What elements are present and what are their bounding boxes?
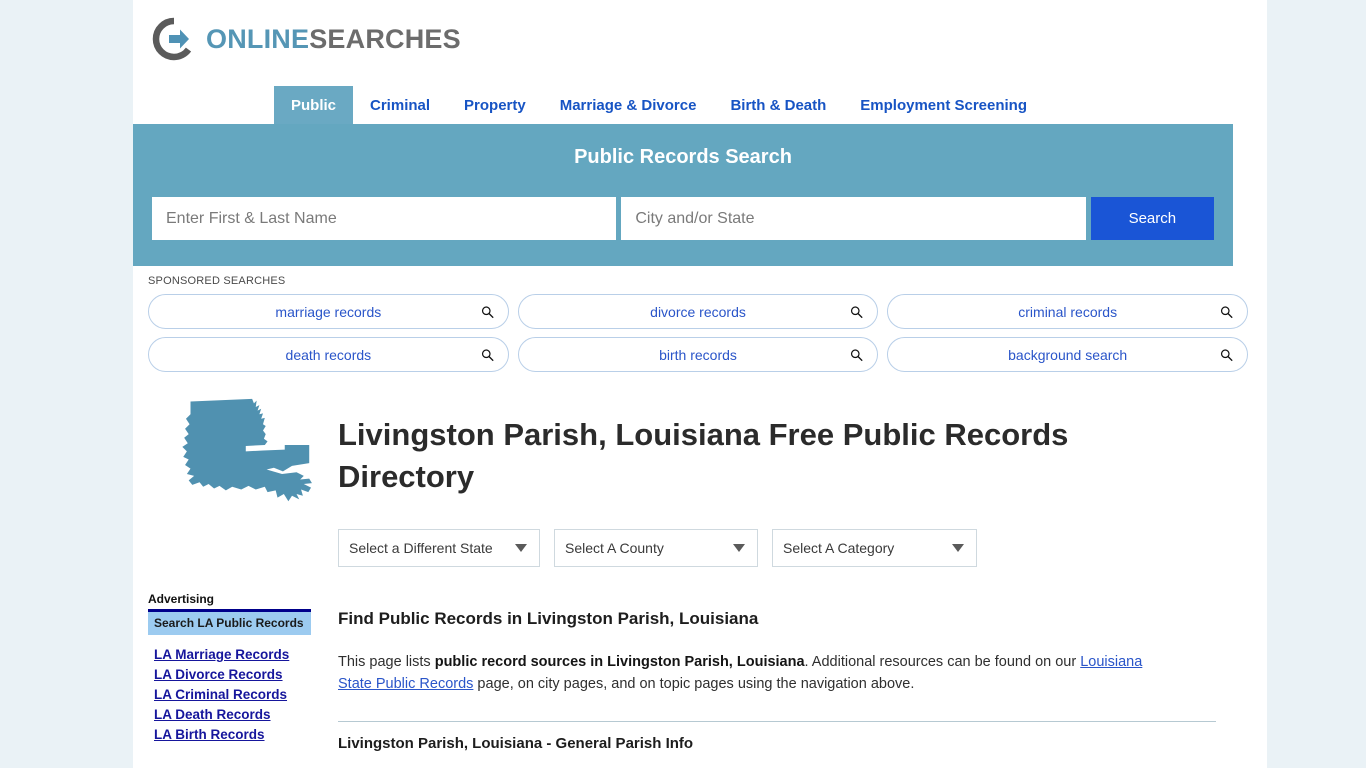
magnifier-icon	[851, 348, 864, 361]
ad-link-la-death-records[interactable]: LA Death Records	[154, 707, 311, 722]
sponsored-pill-label: divorce records	[650, 303, 746, 320]
sponsored-row-2: death records birth records background s…	[148, 337, 1249, 372]
ad-link-la-marriage-records[interactable]: LA Marriage Records	[154, 647, 311, 662]
select-county-value: Select A County	[565, 539, 664, 556]
select-county-dropdown[interactable]: Select A County	[554, 528, 758, 567]
sponsored-pill-background-search[interactable]: background search	[887, 337, 1249, 372]
search-form: Search	[133, 197, 1233, 240]
general-parish-info-heading: Livingston Parish, Louisiana - General P…	[338, 734, 694, 752]
chevron-down-icon	[733, 543, 745, 552]
tab-criminal[interactable]: Criminal	[353, 86, 447, 124]
tab-birth-death[interactable]: Birth & Death	[713, 86, 843, 124]
intro-bold-phrase: public record sources in Livingston Pari…	[434, 653, 805, 670]
ad-links-list: LA Marriage Records LA Divorce Records L…	[148, 647, 311, 742]
magnifier-icon	[1220, 305, 1233, 318]
magnifier-icon	[851, 305, 864, 318]
page-title: Livingston Parish, Louisiana Free Public…	[338, 417, 1069, 495]
tab-marriage-divorce[interactable]: Marriage & Divorce	[543, 86, 714, 124]
search-button[interactable]: Search	[1090, 197, 1215, 240]
chevron-down-icon	[952, 543, 964, 552]
sponsored-pill-label: marriage records	[275, 303, 382, 320]
intro-paragraph: This page lists public record sources in…	[338, 651, 1168, 696]
content-divider	[338, 720, 1216, 722]
magnifier-icon	[1220, 348, 1233, 361]
page-root: ONLINESEARCHES Public Criminal Property …	[0, 0, 1366, 768]
filter-selects: Select a Different State Select A County…	[338, 528, 1248, 567]
public-records-search-banner: Public Records Search Search	[133, 124, 1233, 266]
sponsored-pill-marriage-records[interactable]: marriage records	[148, 294, 509, 329]
logo-wordmark: ONLINESEARCHES	[206, 23, 461, 54]
sponsored-searches: SPONSORED SEARCHES marriage records divo…	[133, 266, 1267, 372]
intro-text-3: page, on city pages, and on topic pages …	[473, 676, 915, 693]
sponsored-pill-label: death records	[285, 346, 372, 363]
sponsored-pill-label: birth records	[659, 346, 737, 363]
sidebar: Advertising Search LA Public Records LA …	[148, 396, 334, 752]
magnifier-icon	[481, 305, 494, 318]
tab-public[interactable]: Public	[274, 86, 354, 124]
main-navigation: Public Criminal Property Marriage & Divo…	[133, 86, 1267, 124]
intro-text-2: . Additional resources can be found on o…	[804, 653, 1081, 670]
logo-online-text: ONLINE	[206, 23, 310, 54]
content-container: ONLINESEARCHES Public Criminal Property …	[133, 0, 1267, 768]
select-category-value: Select A Category	[783, 539, 895, 556]
section-title: Find Public Records in Livingston Parish…	[338, 608, 759, 628]
banner-title: Public Records Search	[574, 146, 792, 168]
select-state-dropdown[interactable]: Select a Different State	[338, 528, 540, 567]
tab-property[interactable]: Property	[447, 86, 543, 124]
main-content: Livingston Parish, Louisiana Free Public…	[334, 396, 1248, 752]
advertising-box: Advertising Search LA Public Records LA …	[148, 592, 311, 742]
sponsored-searches-label: SPONSORED SEARCHES	[148, 275, 286, 287]
ad-link-la-divorce-records[interactable]: LA Divorce Records	[154, 667, 311, 682]
body-wrapper: Advertising Search LA Public Records LA …	[133, 380, 1267, 752]
sponsored-pill-divorce-records[interactable]: divorce records	[517, 294, 879, 329]
ad-link-la-birth-records[interactable]: LA Birth Records	[154, 727, 311, 742]
louisiana-state-map	[182, 398, 312, 502]
site-header: ONLINESEARCHES	[133, 0, 1267, 86]
ad-link-la-criminal-records[interactable]: LA Criminal Records	[154, 687, 311, 702]
sponsored-pill-criminal-records[interactable]: criminal records	[887, 294, 1249, 329]
sponsored-row-1: marriage records divorce records crimina…	[148, 294, 1249, 329]
site-logo[interactable]: ONLINESEARCHES	[152, 17, 1267, 61]
select-state-value: Select a Different State	[349, 539, 493, 556]
chevron-down-icon	[515, 543, 527, 552]
ad-header-search-la-public-records[interactable]: Search LA Public Records	[148, 609, 311, 635]
magnifier-icon	[481, 348, 494, 361]
sponsored-pill-death-records[interactable]: death records	[148, 337, 509, 372]
intro-text-1: This page lists	[338, 653, 435, 670]
logo-searches-text: SEARCHES	[309, 23, 461, 54]
circle-arrow-icon	[152, 17, 192, 61]
advertising-label: Advertising	[148, 592, 215, 606]
city-state-search-input[interactable]	[621, 197, 1086, 240]
sponsored-pill-label: criminal records	[1018, 303, 1118, 320]
tab-employment-screening[interactable]: Employment Screening	[843, 86, 1044, 124]
sponsored-pill-label: background search	[1008, 346, 1128, 363]
select-category-dropdown[interactable]: Select A Category	[772, 528, 977, 567]
sponsored-pill-birth-records[interactable]: birth records	[517, 337, 879, 372]
name-search-input[interactable]	[152, 197, 617, 240]
